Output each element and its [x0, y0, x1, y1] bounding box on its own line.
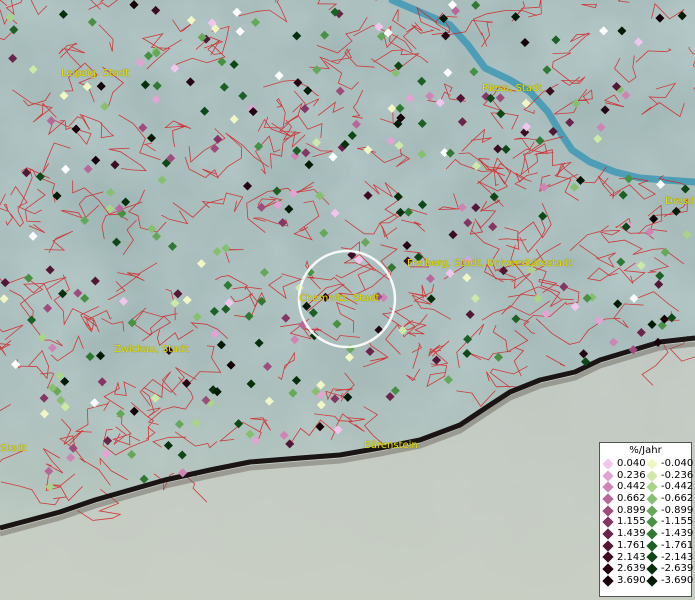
legend-swatch-icon	[646, 551, 658, 564]
legend-positive-value: 1.155	[617, 516, 646, 528]
place-label-dresden: Dresd	[665, 196, 695, 207]
legend-negative-value: -3.690	[661, 574, 694, 586]
legend-positive-value: 0.899	[617, 504, 646, 516]
legend-negative-row: -0.040	[646, 458, 694, 470]
legend-negative-value: -0.442	[661, 481, 694, 493]
legend-swatch-icon	[602, 516, 614, 528]
place-label-baerenstein: Bärenstein	[364, 440, 418, 451]
place-label-riesa: Riesa, Stadt	[482, 83, 543, 94]
legend-swatch-icon	[602, 458, 614, 470]
legend-positive-value: 0.662	[617, 493, 646, 505]
legend-swatch-icon	[602, 575, 614, 587]
legend-positive-row: 0.040	[602, 458, 646, 470]
legend-swatch-icon	[602, 551, 614, 564]
legend-positive-row: 0.442	[602, 481, 646, 493]
legend-positive-value: 1.761	[617, 539, 646, 551]
place-label-chemnitz: Chemnitz, Stadt	[299, 293, 380, 304]
legend-negative-row: -0.236	[646, 469, 694, 482]
legend-positive-value: 0.040	[617, 458, 646, 469]
legend: %/Jahr 0.040 0.236 0.442 0.662 0.899 1.155 1.4…	[599, 442, 694, 597]
legend-positive-row: 2.143	[602, 552, 646, 564]
legend-negative-value: -2.639	[661, 563, 694, 575]
legend-negative-row: -2.639	[646, 563, 694, 575]
legend-swatch-icon	[602, 469, 614, 482]
legend-negative-row: -0.662	[646, 493, 694, 505]
legend-positive-row: 0.236	[602, 470, 646, 482]
legend-positive-value: 2.143	[617, 551, 646, 563]
legend-negative-row: -1.155	[646, 516, 694, 528]
legend-positive-row: 0.899	[602, 505, 646, 517]
legend-positive-row: 0.662	[602, 493, 646, 505]
legend-swatch-icon	[646, 563, 658, 575]
legend-negative-row: -0.442	[646, 481, 694, 493]
legend-swatch-icon	[646, 493, 658, 505]
legend-negative-value: -0.662	[661, 493, 694, 505]
legend-swatch-icon	[646, 516, 658, 528]
legend-positive-value: 0.236	[617, 469, 646, 481]
legend-swatch-icon	[602, 563, 614, 575]
legend-positive-value: 1.439	[617, 528, 646, 540]
legend-positive-row: 3.690	[602, 575, 646, 587]
legend-negative-value: -2.143	[661, 551, 694, 563]
legend-swatch-icon	[646, 528, 658, 540]
legend-negative-value: -1.761	[661, 539, 694, 551]
legend-negative-value: -1.155	[661, 516, 694, 528]
legend-positive-row: 1.761	[602, 540, 646, 552]
legend-negative-row: -3.690	[646, 574, 694, 587]
legend-swatch-icon	[602, 504, 614, 517]
legend-negative-row: -0.899	[646, 504, 694, 517]
legend-swatch-icon	[602, 539, 614, 552]
legend-swatch-icon	[646, 481, 658, 493]
legend-negative-value: -1.439	[661, 528, 694, 540]
legend-negative-value: -0.899	[661, 504, 694, 516]
legend-negative-row: -2.143	[646, 551, 694, 564]
legend-swatch-icon	[646, 458, 658, 470]
place-label-freiberg: Freiberg, Stadt, Universitätsstadt	[407, 258, 573, 269]
legend-negative-value: -0.040	[661, 458, 694, 469]
legend-swatch-icon	[602, 493, 614, 505]
legend-title: %/Jahr	[629, 445, 662, 456]
legend-negative-row: -1.761	[646, 539, 694, 552]
legend-positive-value: 3.690	[617, 574, 646, 586]
legend-positive-row: 2.639	[602, 563, 646, 575]
legend-swatch-icon	[646, 575, 658, 587]
legend-negative-value: -0.236	[661, 469, 694, 481]
legend-swatch-icon	[646, 504, 658, 517]
legend-positive-value: 0.442	[617, 481, 646, 493]
legend-swatch-icon	[646, 469, 658, 482]
legend-positive-value: 2.639	[617, 563, 646, 575]
place-label-zwickau: Zwickau, Stadt	[114, 344, 189, 355]
legend-negative-column: -0.040 -0.236 -0.442 -0.662 -0.899 -1.155 -1.4…	[646, 458, 694, 587]
place-label-leipzig: Leipzig, Stadt	[61, 68, 130, 79]
legend-negative-row: -1.439	[646, 528, 694, 540]
legend-swatch-icon	[602, 481, 614, 493]
legend-positive-row: 1.439	[602, 528, 646, 540]
legend-swatch-icon	[602, 528, 614, 540]
legend-positive-column: 0.040 0.236 0.442 0.662 0.899 1.155 1.439 1.761…	[602, 458, 646, 587]
legend-swatch-icon	[646, 539, 658, 552]
place-label-stadt-edge: Stadt	[0, 443, 27, 454]
legend-positive-row: 1.155	[602, 516, 646, 528]
